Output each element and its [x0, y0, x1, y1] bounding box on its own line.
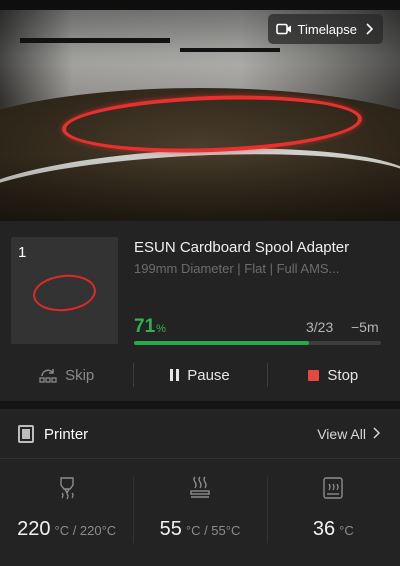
progress-bar-fill [134, 341, 310, 345]
timelapse-button[interactable]: Timelapse [267, 14, 383, 44]
bed-target: °C / 55°C [185, 523, 241, 538]
bed-temperature[interactable]: 55 °C / 55°C [133, 467, 266, 559]
printer-title: Printer [44, 425, 89, 443]
bed-temperature-value: 55 °C / 55°C [160, 518, 241, 541]
view-all-label: View All [317, 426, 366, 442]
chamber-current: 36 [312, 518, 336, 540]
bed-heat-icon [190, 476, 210, 498]
chamber-temperature-value: 36 °C [313, 518, 354, 541]
pause-button[interactable]: Pause [133, 355, 266, 395]
pause-icon [170, 369, 180, 381]
printer-header: Printer [18, 425, 88, 443]
chamber-unit: °C [339, 523, 354, 538]
job-title: ESUN Cardboard Spool Adapter [134, 239, 350, 256]
job-thumbnail[interactable]: 1 [11, 237, 118, 344]
progress-percent: 71% [134, 316, 166, 338]
layer-counter: 3/23 [306, 319, 334, 335]
video-camera-icon [275, 23, 291, 35]
section-divider [0, 401, 400, 409]
progress-unit: % [156, 323, 166, 335]
stop-icon [308, 369, 320, 381]
nozzle-heat-icon [59, 477, 74, 500]
nozzle-temperature[interactable]: 220 °C / 220°C [0, 467, 133, 559]
timelapse-label: Timelapse [297, 21, 357, 37]
skip-label: Skip [65, 366, 95, 384]
chevron-right-icon [373, 427, 380, 439]
nozzle-current: 220 [17, 518, 51, 540]
skip-objects-icon [39, 369, 57, 383]
chamber-heat-icon [323, 477, 344, 499]
stop-button[interactable]: Stop [266, 355, 400, 395]
nozzle-target: °C / 220°C [54, 523, 117, 538]
view-all-link[interactable]: View All [317, 426, 380, 442]
bed-current: 55 [159, 518, 182, 540]
printer-section: Printer View All 220 °C / 220°C 55 °C / … [0, 409, 400, 566]
progress-value: 71 [134, 316, 156, 337]
chamber-temperature[interactable]: 36 °C [266, 467, 400, 559]
pause-label: Pause [187, 366, 230, 384]
chevron-right-icon [366, 23, 373, 35]
skip-button[interactable]: Skip [0, 355, 133, 395]
plate-number: 1 [18, 244, 27, 261]
temperature-row: 220 °C / 220°C 55 °C / 55°C 36 °C [0, 467, 400, 559]
nozzle-temperature-value: 220 °C / 220°C [17, 518, 116, 541]
printer-header-separator [0, 458, 400, 459]
job-subtitle: 199mm Diameter | Flat | Full AMS... [134, 261, 340, 276]
camera-view[interactable]: Timelapse [0, 0, 400, 221]
printer-icon [18, 425, 34, 443]
thumbnail-model-preview [31, 271, 98, 315]
progress-bar [134, 341, 381, 345]
stop-label: Stop [327, 366, 359, 384]
job-actions: Skip Pause Stop [0, 355, 400, 395]
print-job-card: 1 ESUN Cardboard Spool Adapter 199mm Dia… [0, 221, 400, 401]
time-remaining: −5m [351, 319, 379, 335]
